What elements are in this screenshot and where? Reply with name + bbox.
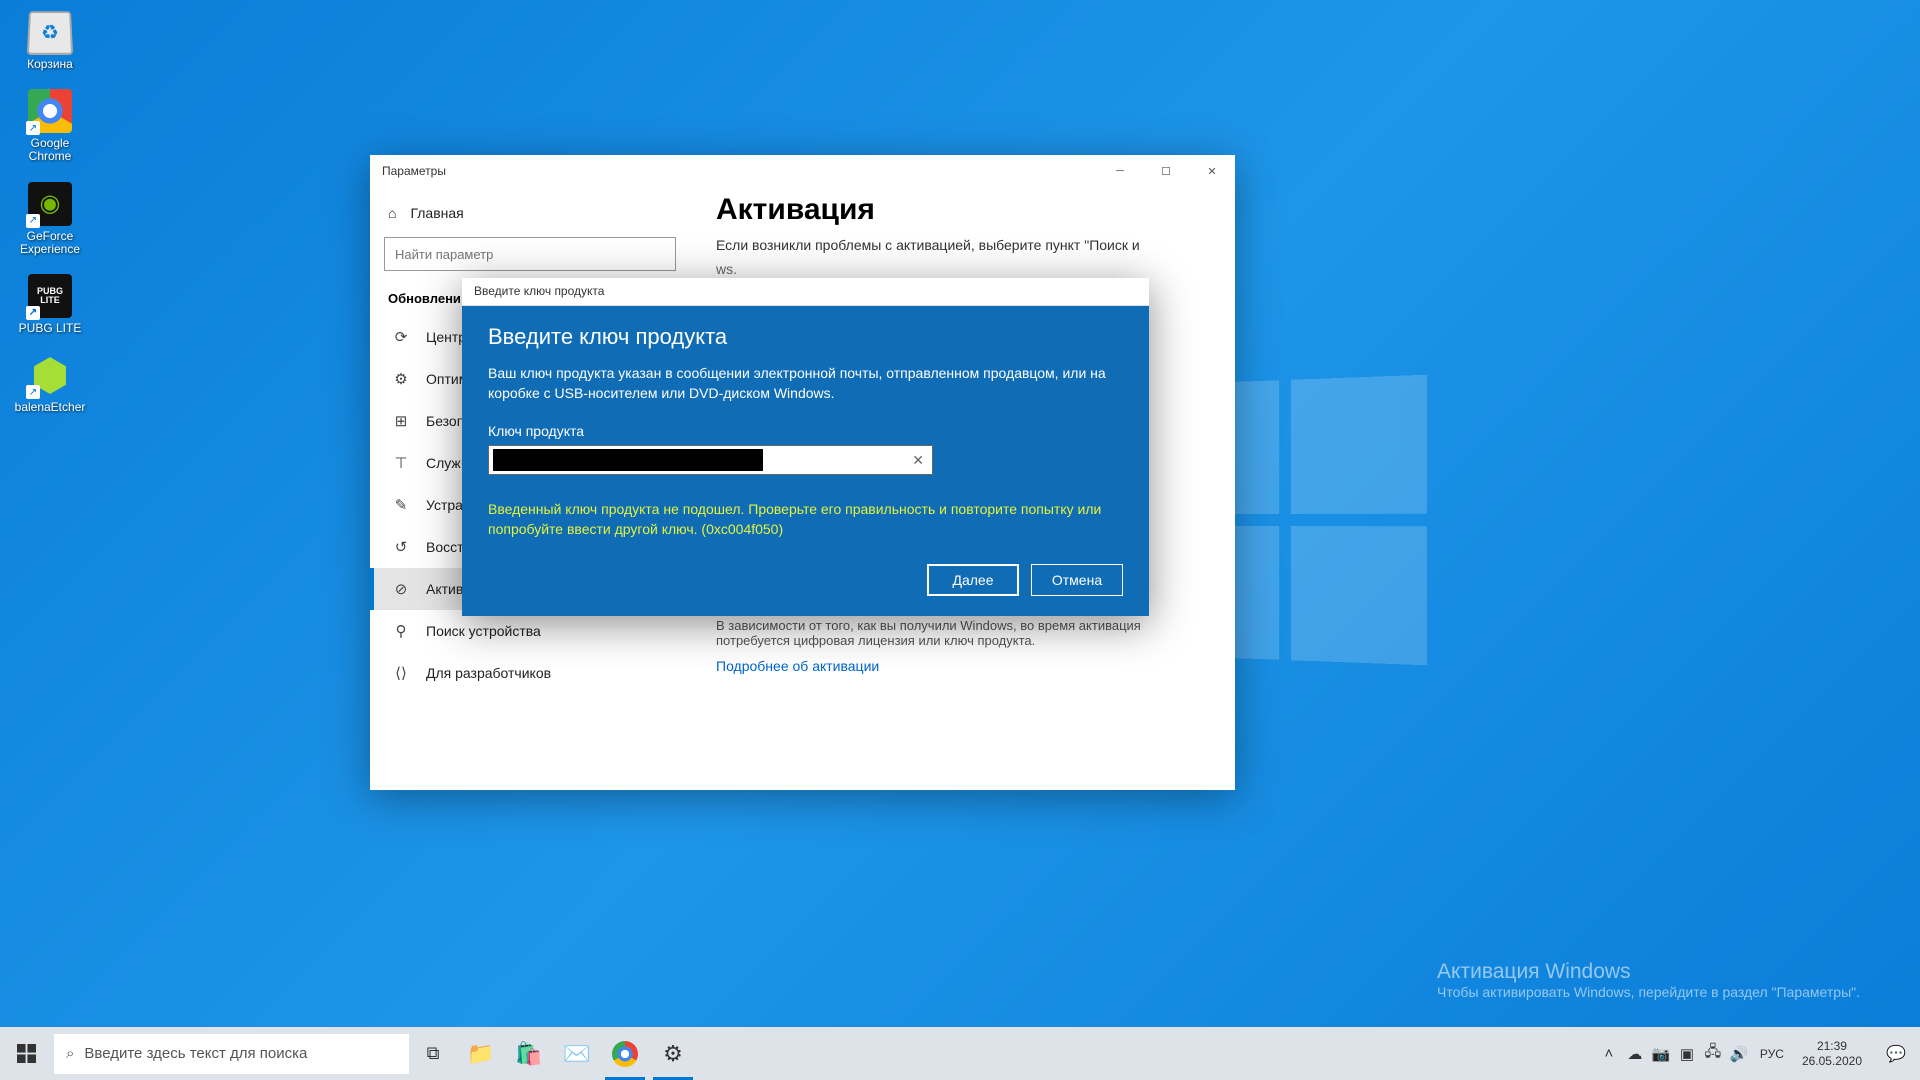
taskbar-store[interactable]: 🛍️ bbox=[505, 1027, 553, 1080]
desktop-icon-label: PUBG LITE bbox=[10, 322, 90, 335]
tray-nvidia-icon[interactable]: ▣ bbox=[1674, 1027, 1700, 1080]
sidebar-item-label: Безоп bbox=[426, 413, 464, 429]
recycle-bin-icon bbox=[27, 11, 73, 55]
folder-icon: 📁 bbox=[467, 1041, 494, 1067]
desktop-icon-balena[interactable]: balenaEtcher bbox=[10, 353, 90, 414]
windows-icon bbox=[17, 1044, 36, 1063]
desktop-icon-label: Google Chrome bbox=[10, 137, 90, 163]
tray-onedrive-icon[interactable]: ☁ bbox=[1622, 1027, 1648, 1080]
taskbar-explorer[interactable]: 📁 bbox=[457, 1027, 505, 1080]
product-key-input[interactable]: ✕ bbox=[488, 445, 933, 475]
sync-icon: ⟳ bbox=[392, 328, 410, 346]
sidebar-item-find-device[interactable]: ⚲ Поиск устройства bbox=[370, 610, 690, 652]
taskbar-search[interactable]: ⌕ Введите здесь текст для поиска bbox=[54, 1034, 409, 1074]
product-key-dialog: Введите ключ продукта Введите ключ проду… bbox=[462, 278, 1149, 616]
next-button[interactable]: Далее bbox=[927, 564, 1019, 596]
tray-language[interactable]: РУС bbox=[1752, 1047, 1792, 1061]
sidebar-home[interactable]: ⌂ Главная bbox=[370, 195, 690, 231]
task-view-icon: ⧉ bbox=[427, 1043, 440, 1064]
backup-icon: ⊤ bbox=[392, 454, 410, 472]
shield-icon: ⊞ bbox=[392, 412, 410, 430]
activation-intro: Если возникли проблемы с активацией, выб… bbox=[716, 237, 1209, 253]
store-icon: 🛍️ bbox=[515, 1041, 542, 1067]
tray-clock[interactable]: 21:39 26.05.2020 bbox=[1792, 1039, 1872, 1069]
desktop-icon-chrome[interactable]: Google Chrome bbox=[10, 89, 90, 163]
search-icon: ⌕ bbox=[66, 1045, 74, 1062]
watermark-subtitle: Чтобы активировать Windows, перейдите в … bbox=[1437, 984, 1860, 1000]
dialog-error-message: Введенный ключ продукта не подошел. Пров… bbox=[488, 499, 1123, 540]
tray-date: 26.05.2020 bbox=[1802, 1054, 1862, 1069]
find-device-icon: ⚲ bbox=[392, 622, 410, 640]
tray-notifications-icon[interactable]: 💬 bbox=[1872, 1027, 1920, 1080]
pubg-icon bbox=[28, 274, 72, 318]
dialog-titlebar[interactable]: Введите ключ продукта bbox=[462, 278, 1149, 306]
mail-icon: ✉️ bbox=[563, 1041, 590, 1067]
chrome-icon bbox=[612, 1041, 638, 1067]
desktop-icon-label: GeForce Experience bbox=[10, 230, 90, 256]
desktop-icon-pubg[interactable]: PUBG LITE bbox=[10, 274, 90, 335]
window-minimize-button[interactable]: ─ bbox=[1097, 155, 1143, 187]
watermark-title: Активация Windows bbox=[1437, 960, 1860, 984]
product-key-redacted bbox=[493, 449, 763, 471]
search-placeholder: Введите здесь текст для поиска bbox=[84, 1045, 307, 1062]
activation-icon: ⊘ bbox=[392, 580, 410, 598]
taskbar-mail[interactable]: ✉️ bbox=[553, 1027, 601, 1080]
sidebar-item-label: Поиск устройства bbox=[426, 623, 541, 639]
gear-icon: ⚙ bbox=[663, 1041, 683, 1067]
start-button[interactable] bbox=[0, 1027, 52, 1080]
tray-chevron-up-icon[interactable]: ˄ bbox=[1596, 1027, 1622, 1080]
tray-volume-icon[interactable]: 🔊 bbox=[1726, 1027, 1752, 1080]
dialog-heading: Введите ключ продукта bbox=[488, 324, 1123, 350]
home-icon: ⌂ bbox=[388, 205, 396, 221]
product-key-field-label: Ключ продукта bbox=[488, 423, 1123, 439]
recovery-icon: ↺ bbox=[392, 538, 410, 556]
sidebar-item-developers[interactable]: ⟨⟩ Для разработчиков bbox=[370, 652, 690, 694]
troubleshoot-icon: ✎ bbox=[392, 496, 410, 514]
page-title: Активация bbox=[716, 193, 1209, 227]
window-title: Параметры bbox=[382, 164, 446, 178]
tray-time: 21:39 bbox=[1802, 1039, 1862, 1054]
chrome-icon bbox=[28, 89, 72, 133]
balena-icon bbox=[28, 353, 72, 397]
product-key-desc: В зависимости от того, как вы получили W… bbox=[716, 618, 1209, 648]
learn-more-link[interactable]: Подробнее об активации bbox=[716, 658, 879, 674]
system-tray: ˄ ☁ 📷 ▣ 🖧 🔊 РУС 21:39 26.05.2020 💬 bbox=[1596, 1027, 1920, 1080]
taskbar-chrome[interactable] bbox=[601, 1027, 649, 1080]
desktop-icon-geforce[interactable]: GeForce Experience bbox=[10, 182, 90, 256]
tray-network-icon[interactable]: 🖧 bbox=[1700, 1027, 1726, 1080]
nvidia-icon bbox=[28, 182, 72, 226]
desktop-icon-label: balenaEtcher bbox=[10, 401, 90, 414]
taskbar-settings[interactable]: ⚙ bbox=[649, 1027, 697, 1080]
tray-meet-now-icon[interactable]: 📷 bbox=[1648, 1027, 1674, 1080]
clear-input-icon[interactable]: ✕ bbox=[912, 452, 924, 469]
cancel-button[interactable]: Отмена bbox=[1031, 564, 1123, 596]
desktop-icon-recycle-bin[interactable]: Корзина bbox=[10, 10, 90, 71]
sidebar-item-label: Для разработчиков bbox=[426, 665, 551, 681]
sidebar-home-label: Главная bbox=[410, 205, 463, 221]
window-maximize-button[interactable]: ☐ bbox=[1143, 155, 1189, 187]
activation-watermark: Активация Windows Чтобы активировать Win… bbox=[1437, 960, 1860, 1000]
task-view-button[interactable]: ⧉ bbox=[409, 1027, 457, 1080]
desktop-icons-column: Корзина Google Chrome GeForce Experience… bbox=[10, 10, 90, 432]
developer-icon: ⟨⟩ bbox=[392, 664, 410, 682]
taskbar: ⌕ Введите здесь текст для поиска ⧉ 📁 🛍️ … bbox=[0, 1027, 1920, 1080]
window-close-button[interactable]: ✕ bbox=[1189, 155, 1235, 187]
settings-titlebar[interactable]: Параметры ─ ☐ ✕ bbox=[370, 155, 1235, 187]
dialog-hint: Ваш ключ продукта указан в сообщении эле… bbox=[488, 364, 1123, 403]
settings-search-input[interactable] bbox=[384, 237, 676, 271]
delivery-icon: ⚙ bbox=[392, 370, 410, 388]
sidebar-item-label: Центр bbox=[426, 329, 466, 345]
desktop-icon-label: Корзина bbox=[10, 58, 90, 71]
